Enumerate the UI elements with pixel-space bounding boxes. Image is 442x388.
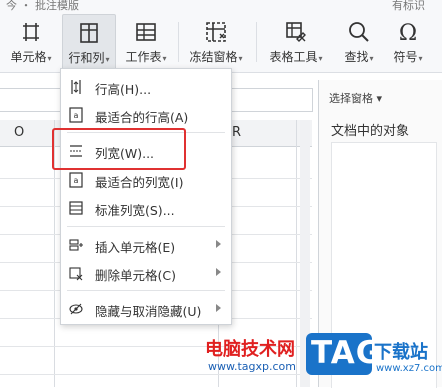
top-tab-text: 今 ・ 批注模版 (6, 0, 79, 12)
freeze-panes-icon (206, 22, 226, 42)
watermark-url: www.tagxp.com (208, 360, 296, 373)
menu-item-label: 标准列宽(S)... (95, 203, 175, 218)
symbol-button[interactable]: Ω 符号▾ (386, 14, 430, 68)
table-tools-button[interactable]: 表格工具▾ (264, 14, 328, 68)
selection-pane-header[interactable]: 选择窗格 ▾ (329, 90, 382, 106)
ribbon-separator (178, 22, 179, 62)
worksheet-button-label: 工作表 (125, 50, 162, 64)
menu-item-label: 最适合的行高(A) (95, 110, 189, 125)
symbol-button-label: 符号 (393, 50, 418, 64)
menu-item-label: 行高(H)... (95, 82, 152, 97)
autofit-row-height-icon: a (69, 107, 83, 123)
column-header-r[interactable]: R (232, 125, 241, 140)
menu-item-label: 隐藏与取消隐藏(U) (95, 304, 202, 319)
menu-item-label: 最适合的列宽(I) (95, 175, 184, 190)
svg-text:a: a (74, 176, 79, 185)
menu-item-row-height[interactable]: 行高(H)... (61, 72, 231, 102)
cell-icon (23, 23, 39, 41)
menu-item-autofit-row-height[interactable]: a 最适合的行高(A) (61, 100, 231, 130)
row-column-button-label: 行和列 (68, 51, 105, 65)
standard-column-width-icon (69, 201, 83, 215)
row-column-icon (80, 23, 98, 43)
menu-item-label: 插入单元格(E) (95, 240, 176, 255)
delete-cells-icon (69, 267, 83, 281)
menu-separator (67, 226, 225, 227)
menu-separator (67, 290, 225, 291)
column-header-o[interactable]: O (14, 125, 24, 140)
find-button[interactable]: 查找▾ (338, 14, 380, 68)
cell-button[interactable]: 单元格▾ (6, 14, 56, 68)
freeze-panes-button-label: 冻结窗格 (189, 50, 238, 64)
insert-cells-icon (69, 239, 83, 251)
search-icon (349, 22, 369, 42)
freeze-panes-button[interactable]: 冻结窗格▾ (184, 14, 248, 68)
table-tools-icon (286, 22, 306, 42)
menu-item-label: 删除单元格(C) (95, 268, 176, 283)
menu-item-hide-unhide[interactable]: 隐藏与取消隐藏(U) (61, 294, 231, 324)
watermark-suffix-url: www.xz7.com (376, 363, 442, 374)
menu-item-standard-column-width[interactable]: 标准列宽(S)... (61, 193, 231, 223)
top-right-text: 有标识 (392, 0, 425, 12)
hide-unhide-icon (69, 303, 83, 315)
watermark-suffix: 下载站 (374, 342, 428, 363)
watermark-site-name: 电脑技术网 (205, 339, 295, 360)
row-height-icon (71, 80, 81, 94)
menu-item-insert-cells[interactable]: 插入单元格(E) (61, 230, 231, 260)
svg-text:a: a (74, 111, 79, 120)
highlight-box (52, 128, 186, 170)
row-column-dropdown-menu: 行高(H)... a 最适合的行高(A) 列宽(W)... a 最适合的列宽(I… (60, 68, 232, 325)
selection-pane-title: 文档中的对象 (331, 124, 410, 139)
submenu-arrow-icon (216, 268, 221, 276)
watermark-logo-text: TAG (311, 335, 383, 371)
find-button-label: 查找 (344, 50, 369, 64)
omega-symbol-icon: Ω (399, 21, 417, 44)
worksheet-button[interactable]: 工作表▾ (120, 14, 172, 68)
cell-button-label: 单元格 (10, 50, 47, 64)
menu-item-delete-cells[interactable]: 删除单元格(C) (61, 258, 231, 288)
submenu-arrow-icon (216, 304, 221, 312)
ribbon-toolbar: 今 ・ 批注模版 有标识 单元格▾ 行和列▾ 工作表▾ 冻结窗格▾ 表格工具▾ … (0, 0, 442, 73)
grid-line (0, 374, 312, 375)
submenu-arrow-icon (216, 240, 221, 248)
svg-text:Ω: Ω (399, 21, 417, 44)
worksheet-icon (136, 23, 156, 41)
row-column-button[interactable]: 行和列▾ (62, 14, 116, 70)
autofit-column-width-icon: a (69, 172, 83, 188)
table-tools-button-label: 表格工具 (269, 50, 318, 64)
ribbon-separator (256, 22, 257, 62)
